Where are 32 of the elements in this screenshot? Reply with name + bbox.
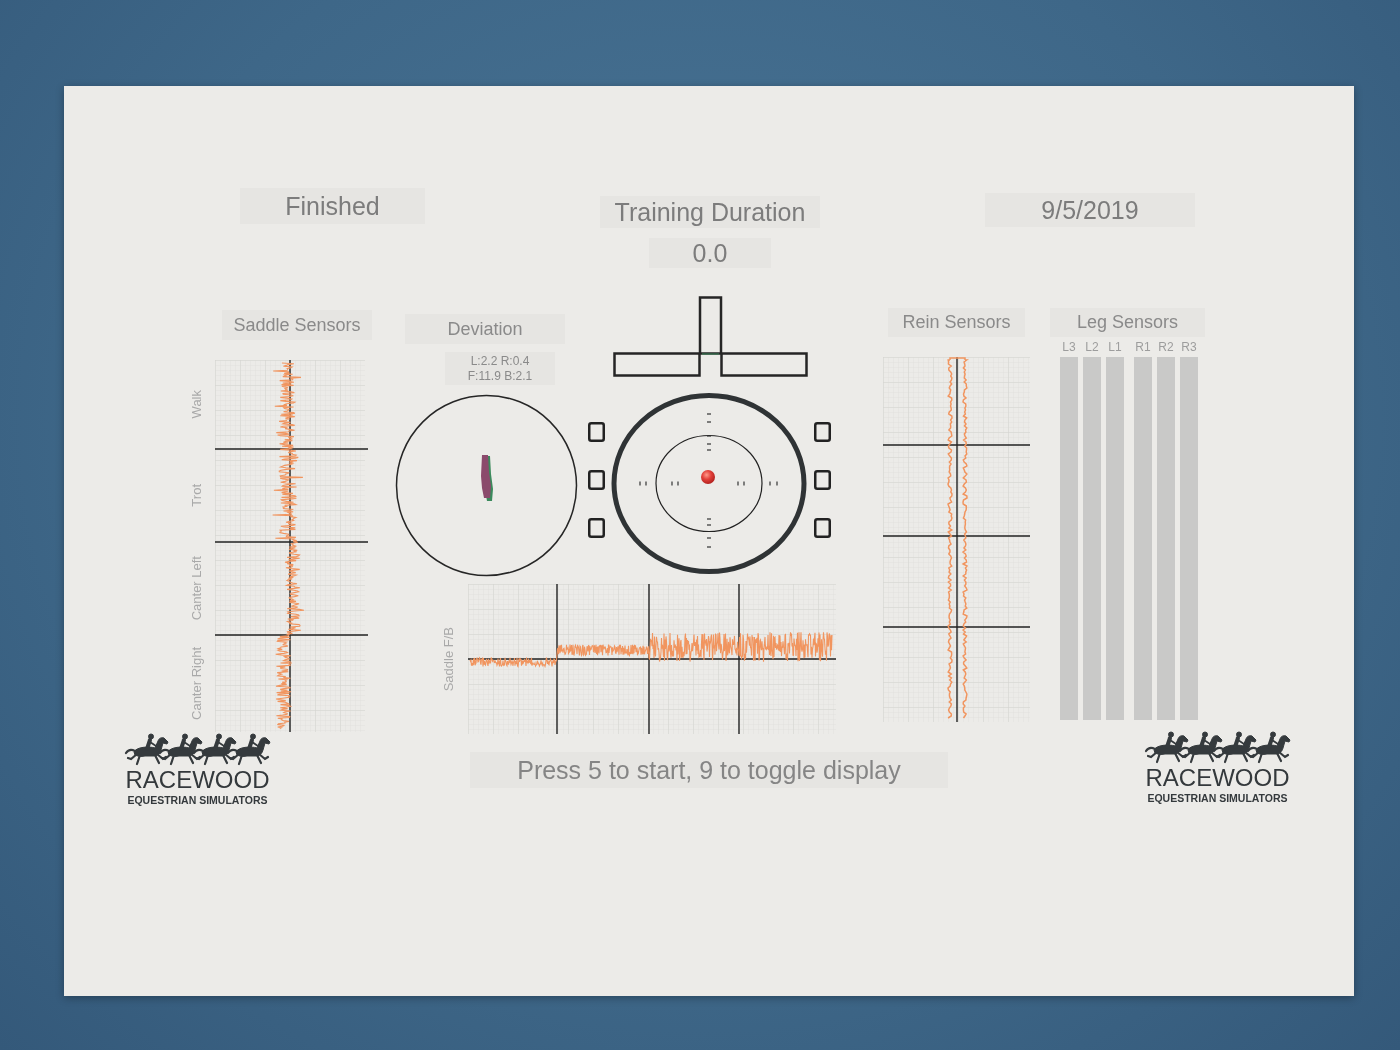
square-outline-icon — [814, 470, 831, 490]
deviation-reading: F:11.9 B:2.1 — [467, 368, 533, 384]
square-outline-icon — [814, 422, 831, 442]
square-outline-icon — [588, 518, 605, 538]
leg-sensor-label: R3 — [1181, 340, 1197, 354]
brand-name: RACEWOOD — [125, 767, 270, 792]
section-title: Leg Sensors — [1050, 308, 1205, 337]
brand-name: RACEWOOD — [1145, 765, 1290, 790]
date-label: 9/5/2019 — [985, 193, 1195, 227]
square-outline-icon — [588, 422, 605, 442]
gait-label: Canter Right — [188, 647, 204, 720]
leg-sensor-label: L3 — [1062, 340, 1076, 354]
square-outline-icon — [588, 470, 605, 490]
gait-label: Canter Left — [188, 556, 204, 621]
square-outline-icon — [814, 518, 831, 538]
section-title: Deviation — [405, 314, 565, 344]
leg-sensor-label: L1 — [1108, 340, 1122, 354]
axis-label: Saddle F/B — [440, 626, 456, 692]
section-title: Saddle Sensors — [222, 310, 372, 340]
deviation-reading: L:2.2 R:0.4 — [470, 353, 530, 369]
brand-tagline: EQUESTRIAN SIMULATORS — [1147, 792, 1288, 804]
duration-title: Training Duration — [600, 196, 820, 228]
brand-tagline: EQUESTRIAN SIMULATORS — [127, 794, 268, 806]
leg-sensor-label: R2 — [1158, 340, 1174, 354]
leg-sensor-label: R1 — [1135, 340, 1151, 354]
gait-label: Walk — [188, 390, 204, 419]
leg-sensor-label: L2 — [1085, 340, 1099, 354]
duration-value: 0.0 — [649, 238, 771, 268]
status-label: Finished — [240, 188, 425, 224]
gait-label: Trot — [188, 484, 204, 507]
prompt-text: Press 5 to start, 9 to toggle display — [470, 752, 948, 788]
section-title: Rein Sensors — [888, 308, 1025, 337]
